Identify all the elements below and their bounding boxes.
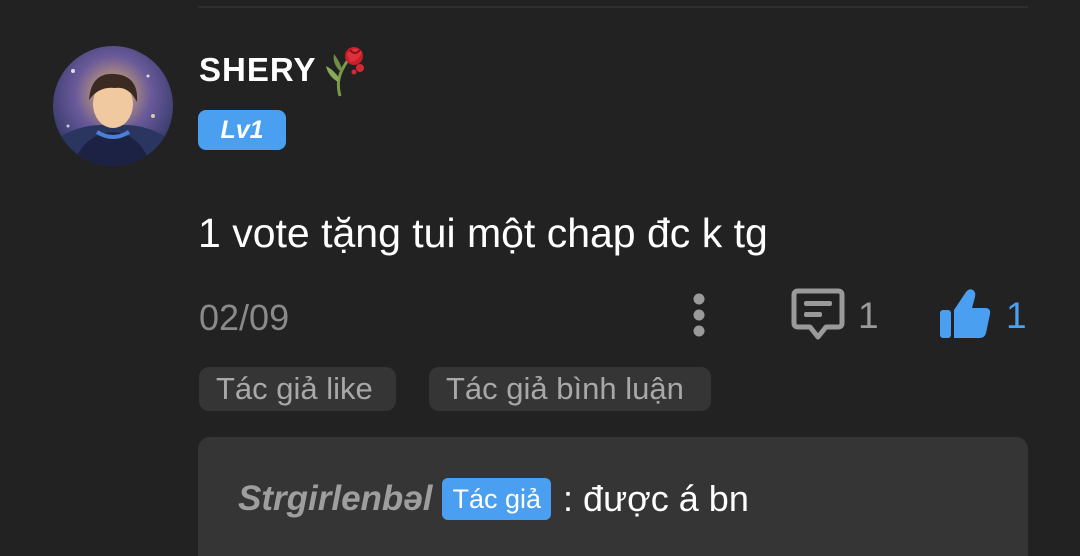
username-row: SHERY [199, 40, 368, 100]
like-count: 1 [1006, 295, 1027, 336]
level-badge: Lv1 [198, 110, 286, 150]
reply-separator: : [563, 478, 574, 519]
reply-button[interactable]: 1 [790, 288, 890, 344]
like-button[interactable]: 1 [938, 286, 1030, 346]
comment-date: 02/09 [199, 297, 290, 338]
divider [198, 6, 1028, 8]
avatar[interactable] [53, 46, 173, 166]
username[interactable]: SHERY [199, 51, 316, 89]
reply-item: Strgirlenbəl Tác giả : được á bn [238, 477, 749, 521]
reply-text: được á bn [583, 478, 749, 519]
author-like-tag: Tác giả like [199, 367, 396, 411]
reply-preview[interactable]: Strgirlenbəl Tác giả : được á bn [198, 437, 1028, 556]
reply-author[interactable]: Strgirlenbəl [238, 479, 432, 519]
more-vertical-icon [680, 293, 720, 346]
more-options-button[interactable] [680, 290, 720, 342]
comment-text: 1 vote tặng tui một chap đc k tg [198, 210, 768, 256]
reply-count: 1 [858, 295, 879, 336]
author-badge: Tác giả [442, 478, 552, 520]
author-reply-tag: Tác giả bình luận [429, 367, 711, 411]
comment-card: SHERY Lv1 1 vote tặng tui một chap đc k … [0, 0, 1080, 556]
wilted-rose-icon [320, 42, 368, 98]
thumbs-up-icon [938, 286, 992, 347]
comment-bubble-icon [790, 287, 846, 346]
